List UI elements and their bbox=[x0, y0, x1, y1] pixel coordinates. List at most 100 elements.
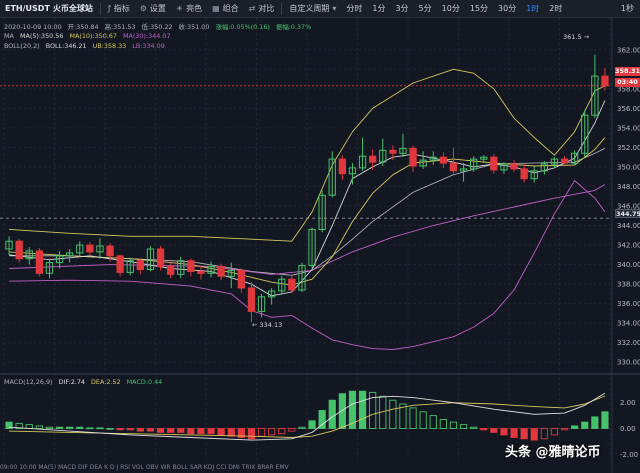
macd-bar bbox=[439, 419, 447, 429]
macd-bar bbox=[86, 427, 94, 430]
crosshair-price-tag: 344.75 bbox=[615, 209, 640, 218]
macd-bar bbox=[177, 428, 185, 433]
boll-lower-value: LB:334.09 bbox=[132, 42, 165, 50]
macd-bar bbox=[490, 428, 498, 433]
candle-body bbox=[35, 250, 44, 274]
settings-label: 设置 bbox=[149, 4, 166, 13]
custom-period-button[interactable]: 自定义周期 ▾ bbox=[284, 0, 341, 18]
macd-bar bbox=[187, 428, 195, 435]
boll-legend-name: BOLL(20,2) bbox=[4, 42, 40, 50]
compare-button[interactable]: ⇄ 对比 bbox=[244, 0, 280, 18]
legend-close: 收:351.00 bbox=[178, 23, 210, 31]
macd-legend[interactable]: MACD(12,26,9) DIF:2.74 DEA:2.52 MACD:0.4… bbox=[4, 378, 166, 386]
time-axis: 09:00 10:00 MA(5) MACD DIF DEA K D J RSI… bbox=[0, 464, 289, 471]
macd-bar bbox=[358, 390, 367, 430]
macd-bar bbox=[288, 428, 296, 432]
macd-bar bbox=[470, 426, 478, 429]
candle-body bbox=[15, 240, 23, 260]
price-axis-label: 336.00 bbox=[617, 300, 640, 308]
refresh-interval[interactable]: 1秒 bbox=[621, 0, 634, 18]
compare-label: 对比 bbox=[258, 4, 275, 13]
ma-legend[interactable]: MA MA(5):350.56 MA(10):350.67 MA(30):344… bbox=[4, 32, 175, 40]
candle-body bbox=[490, 156, 498, 171]
macd-bar bbox=[510, 428, 518, 438]
grid-icon: ▦ bbox=[212, 4, 220, 13]
toolbar-divider bbox=[281, 2, 283, 15]
macd-bar bbox=[591, 416, 599, 429]
combo-button[interactable]: ▦ 组合 bbox=[207, 0, 244, 18]
legend-high: 高:351.53 bbox=[104, 23, 136, 31]
candle-body bbox=[439, 156, 448, 164]
legend-amplitude: 振幅:0.37% bbox=[275, 23, 312, 31]
price-axis-label: 348.00 bbox=[617, 183, 640, 191]
indicator-icon: ƒ bbox=[107, 4, 111, 13]
settings-button[interactable]: ⚙ 设置 bbox=[135, 0, 171, 18]
theme-button[interactable]: ☀ 亮色 bbox=[171, 0, 207, 18]
macd-bar bbox=[328, 399, 336, 429]
chart-grid bbox=[0, 18, 640, 473]
boll-legend[interactable]: BOLL(20,2) BOLL:346.21 UB:358.33 LB:334.… bbox=[4, 42, 169, 50]
candle-body bbox=[217, 266, 225, 277]
gear-icon: ⚙ bbox=[139, 4, 147, 13]
candle-body bbox=[106, 245, 114, 257]
indicators-button[interactable]: ƒ 指标 bbox=[103, 0, 135, 18]
candle-body bbox=[520, 168, 528, 180]
last-price-tag: 358.31 bbox=[615, 67, 640, 76]
timeframe-3m[interactable]: 3分 bbox=[390, 0, 413, 18]
macd-bar bbox=[45, 426, 54, 429]
price-axis-label: 338.00 bbox=[617, 281, 640, 289]
timeframe-15m[interactable]: 15分 bbox=[465, 0, 493, 18]
macd-bar bbox=[268, 428, 276, 436]
macd-bar bbox=[419, 411, 427, 429]
candle-body bbox=[116, 255, 124, 273]
candle-body bbox=[136, 260, 144, 271]
macd-bar bbox=[197, 428, 205, 435]
macd-bar bbox=[76, 426, 84, 429]
macd-axis-label: -2.00 bbox=[620, 451, 638, 459]
price-axis-label: 350.00 bbox=[617, 163, 640, 171]
dea-value: DEA:2.52 bbox=[91, 378, 121, 386]
macd-bar bbox=[278, 428, 286, 435]
timeframe-10m[interactable]: 10分 bbox=[437, 0, 465, 18]
timeframe-30m[interactable]: 30分 bbox=[493, 0, 521, 18]
exchange-name: 火币全球站 bbox=[52, 4, 93, 13]
low-annotation-label: 334.13 bbox=[259, 321, 283, 329]
macd-bar bbox=[35, 425, 43, 429]
candle-body bbox=[197, 270, 205, 274]
candle-body bbox=[449, 162, 458, 172]
timeframe-2h[interactable]: 2时 bbox=[544, 0, 567, 18]
macd-bar bbox=[500, 428, 508, 436]
legend-change: 涨幅:0.05%(0.16) bbox=[215, 23, 270, 31]
price-axis-label: 362.00 bbox=[617, 46, 640, 54]
macd-axis-label: 2.00 bbox=[620, 399, 636, 407]
top-toolbar: ETH/USDT 火币全球站 ƒ 指标 ⚙ 设置 ☀ 亮色 ▦ 组合 ⇄ 对比 … bbox=[0, 0, 640, 18]
macd-bar bbox=[560, 428, 569, 431]
macd-bar bbox=[389, 399, 397, 429]
candle-body bbox=[560, 158, 569, 164]
ma5-value: MA(5):350.56 bbox=[19, 32, 64, 40]
macd-legend-name: MACD(12,26,9) bbox=[4, 378, 53, 386]
timeframe-1m[interactable]: 1分 bbox=[367, 0, 390, 18]
macd-bar bbox=[318, 410, 326, 429]
chart-canvas[interactable]: 362.00360.00358.00356.00354.00352.00350.… bbox=[0, 0, 640, 473]
macd-bar bbox=[146, 428, 155, 432]
low-annotation: ← 334.13 bbox=[252, 321, 283, 329]
macd-bar bbox=[96, 427, 104, 430]
candle-body bbox=[510, 163, 518, 170]
candle-body bbox=[409, 147, 417, 167]
candle-body bbox=[187, 260, 195, 272]
timeframe-5m[interactable]: 5分 bbox=[414, 0, 437, 18]
macd-value: MACD:0.44 bbox=[126, 378, 163, 386]
macd-bar bbox=[167, 428, 175, 433]
macd-bar bbox=[136, 428, 144, 432]
ma10-value: MA(10):350.67 bbox=[69, 32, 117, 40]
compare-icon: ⇄ bbox=[248, 4, 256, 13]
macd-bar bbox=[227, 428, 235, 437]
symbol-selector[interactable]: ETH/USDT 火币全球站 bbox=[0, 0, 98, 18]
price-axis-label: 330.00 bbox=[617, 359, 640, 367]
boll-upper-line bbox=[9, 68, 606, 242]
timeframe-1h[interactable]: 1时 bbox=[521, 0, 544, 18]
timeframe-tick[interactable]: 分时 bbox=[341, 0, 367, 18]
price-axis-label: 332.00 bbox=[617, 339, 640, 347]
macd-bar bbox=[449, 421, 458, 429]
